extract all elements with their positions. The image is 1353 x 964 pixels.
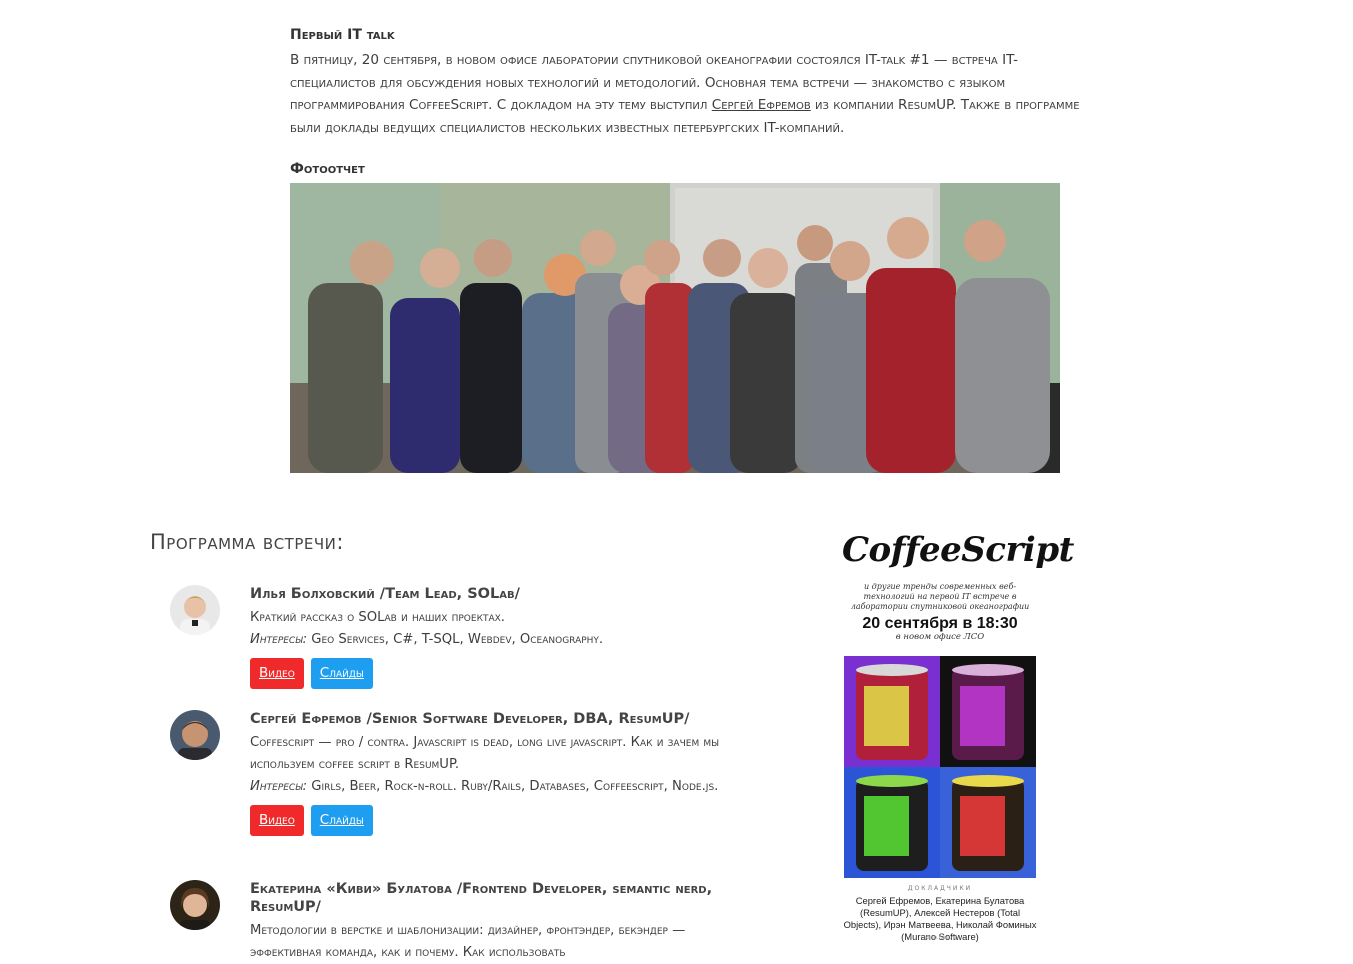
speaker-interests: Интересы: Girls, Beer, Rock-n-roll. Ruby…: [250, 776, 720, 798]
speaker-info: Сергей Ефремов /Senior Software Develope…: [250, 710, 720, 837]
slides-button[interactable]: Слайды: [310, 805, 373, 836]
speaker-name: Илья Болховский /Team Lead, SOLab/: [250, 586, 520, 602]
speaker-info: Илья Болховский /Team Lead, SOLab/ Кратк…: [250, 585, 720, 690]
intro-section: Первый IT talk В пятницу, 20 сентября, в…: [290, 27, 1080, 139]
talk-description: Методологии в верстке и шаблонизации: ди…: [250, 923, 686, 960]
interests-value: Geo Services, C#, T-SQL, Webdev, Oceanog…: [307, 632, 604, 647]
intro-text: В пятницу, 20 сентября, в новом офисе ла…: [290, 49, 1080, 139]
poster-url: solab.rshu.ru: [923, 935, 957, 941]
photo-report-title: Фотоотчет: [290, 161, 365, 177]
speaker-link[interactable]: Сергей Ефремов: [712, 97, 811, 113]
speaker-interests: Интересы: Geo Services, C#, T-SQL, Webde…: [250, 629, 720, 651]
poster-subtitle: и другие тренды современных веб-технолог…: [850, 582, 1030, 611]
slides-button[interactable]: Слайды: [310, 658, 373, 689]
poster-cans-art: [844, 656, 1036, 878]
avatar-image: [170, 710, 220, 760]
interests-label: Интересы:: [250, 779, 308, 794]
video-button[interactable]: Видео: [250, 658, 304, 689]
poster-cans-image: [844, 656, 1036, 878]
poster-place: в новом офисе ЛСО: [895, 632, 985, 642]
speaker-info: Екатерина «Киви» Булатова /Frontend Deve…: [250, 880, 720, 964]
poster-title: CoffeeScript: [842, 530, 1074, 570]
speaker-name: Сергей Ефремов /Senior Software Develope…: [250, 711, 690, 727]
talk-description: Coffescript — pro / contra. Javascript i…: [250, 735, 720, 772]
event-poster: CoffeeScript и другие тренды современных…: [842, 530, 1074, 950]
group-photo: [290, 183, 1060, 473]
video-button[interactable]: Видео: [250, 805, 304, 836]
intro-title: Первый IT talk: [290, 27, 395, 43]
program-title: Программа встречи:: [150, 530, 344, 554]
interests-label: Интересы:: [250, 632, 308, 647]
talk-buttons: Видео Слайды: [250, 805, 720, 837]
avatar-image: [170, 880, 220, 930]
talk-description: Краткий рассказ о SOLab и наших проектах…: [250, 610, 505, 625]
poster-date: 20 сентября в 18:30: [862, 615, 1018, 632]
avatar-image: [170, 585, 220, 635]
poster-speakers-label: ДОКЛАДЧИКИ: [907, 885, 973, 892]
group-photo-image: [290, 183, 1060, 473]
speaker-avatar: [170, 880, 220, 930]
talk-buttons: Видео Слайды: [250, 658, 720, 690]
speaker-avatar: [170, 585, 220, 635]
speaker-avatar: [170, 710, 220, 760]
interests-value: Girls, Beer, Rock-n-roll. Ruby/Rails, Da…: [307, 779, 719, 794]
speaker-name: Екатерина «Киви» Булатова /Frontend Deve…: [250, 881, 713, 915]
